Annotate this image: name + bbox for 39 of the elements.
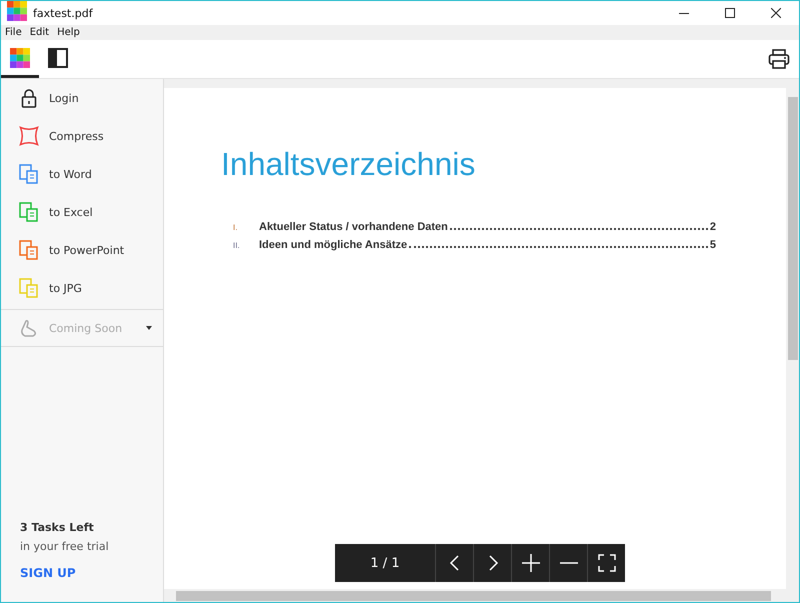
hand-icon <box>19 318 39 338</box>
toc-numeral: II. <box>233 241 241 250</box>
document-icon <box>19 164 39 184</box>
document-icon <box>19 240 39 260</box>
trial-note: in your free trial <box>20 540 110 553</box>
menu-item[interactable]: File <box>1 27 26 38</box>
window-title: faxtest.pdf <box>33 6 94 20</box>
sidebar-item[interactable]: to Excel <box>1 193 163 231</box>
palette-icon <box>7 1 27 21</box>
printer-icon <box>768 48 790 70</box>
toc-page-number: 5 <box>710 239 716 251</box>
sidebar-item[interactable]: to JPG <box>1 269 163 307</box>
document-heading: Inhaltsverzeichnis <box>221 146 476 183</box>
sidebar-item[interactable]: Login <box>1 79 163 117</box>
plus-icon <box>520 553 540 573</box>
compress-icon <box>19 126 39 146</box>
minimize-icon <box>679 12 689 14</box>
toc-title: Ideen und mögliche Ansätze <box>259 239 408 251</box>
palette-icon <box>10 48 30 68</box>
toc-numeral: I. <box>233 223 238 232</box>
sidebar-item[interactable]: to Word <box>1 155 163 193</box>
toc-page-number: 2 <box>710 221 716 233</box>
maximize-icon <box>725 8 735 18</box>
toc-title: Aktueller Status / vorhandene Daten <box>259 221 448 233</box>
close-icon <box>771 8 781 18</box>
menu-item[interactable]: Edit <box>26 27 54 38</box>
panel-icon <box>48 48 68 68</box>
document-icon <box>19 278 39 298</box>
caret-icon <box>146 326 152 330</box>
minus-icon <box>558 562 578 564</box>
fullscreen-icon <box>596 553 616 573</box>
document-icon <box>19 202 39 222</box>
tasks-left-text: 3 Tasks Left <box>20 521 95 534</box>
sidebar-item[interactable]: to PowerPoint <box>1 231 163 269</box>
sidebar-item[interactable]: Compress <box>1 117 163 155</box>
signup-link[interactable]: SIGN UP <box>20 566 163 580</box>
page-counter: 1 / 1 <box>369 554 401 572</box>
lock-icon <box>19 88 39 108</box>
menu-item[interactable]: Help <box>53 27 84 38</box>
